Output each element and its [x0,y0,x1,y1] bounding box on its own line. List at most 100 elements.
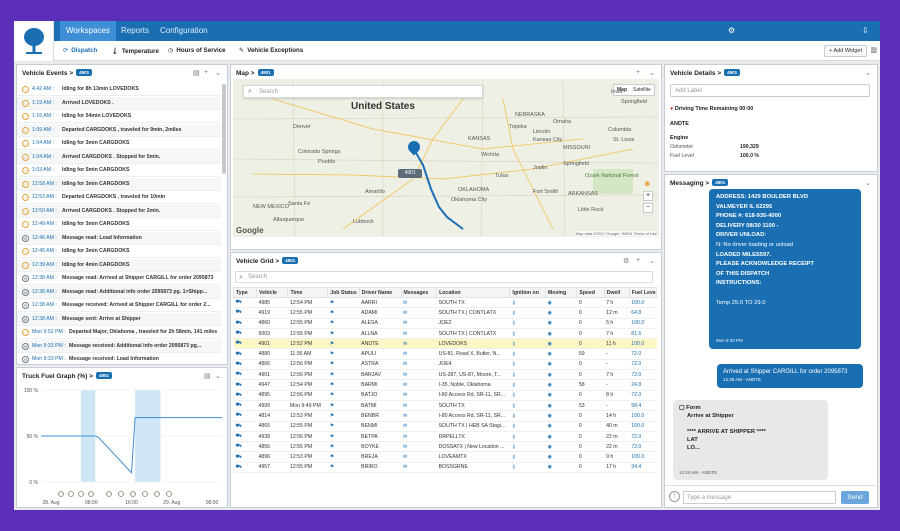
column-header[interactable]: Driver Name [358,287,402,298]
list-item[interactable]: i 12:53 AM : Departed CARGDOKS , traveled … [17,191,221,204]
vehicle-badge[interactable]: 4901 [95,372,112,379]
column-header[interactable]: Type [232,287,258,298]
add-icon[interactable]: + [204,69,208,76]
send-button[interactable]: Send [841,491,869,504]
settings-icon[interactable]: ⚙ [728,26,735,35]
table-row[interactable]: ⛟ 5003 12:55 PM ⚑ ALLNA ✉ SOUTH TX | CONTLATX ⚷… [233,328,657,340]
table-row[interactable]: ⛟ 4866 12:56 PM ⚑ ASTRA ✉ JOE4 ⚷ ◉ 0-72.0 [233,359,657,371]
panel-title: Map >4901 [236,69,274,77]
table-row[interactable]: ⛟ 4860 12:55 PM ⚑ ALESA ✉ JOE2 ⚷ ◉ 0 5 h 100.0 [233,318,657,329]
column-header[interactable]: Time [287,287,329,298]
list-item[interactable]: i 12:58 AM : Idling for 3min CARGDOKS [17,177,221,191]
column-header[interactable]: Moving [544,287,578,298]
table-row[interactable]: ⛟ 4901 12:56 PM ⚑ BARJAV ✉ US-287, US-87, Moor… [233,369,657,381]
download-icon[interactable]: ⇩ [862,26,869,35]
info-icon[interactable]: ! [669,491,680,502]
vehicle-badge[interactable]: 4901 [712,179,729,186]
tab-hours-of-service[interactable]: ◷ Hours of Service [168,47,226,54]
export-icon[interactable]: ▤ [204,372,211,380]
add-icon[interactable]: + [636,257,640,264]
chevron-down-icon[interactable]: ⌄ [215,372,221,380]
add-label-input[interactable]: Add Label [670,84,870,97]
list-item[interactable]: ✉ 12:38 AM : Message received: Arrived at … [17,299,221,312]
message-icon: ✉ [22,302,29,309]
grid-search-input[interactable]: ⌕ Search [235,271,653,283]
column-header[interactable]: Messages [400,287,438,298]
settings-icon[interactable]: ⚙ [623,257,629,265]
table-row[interactable]: ⛟ 4895 12:56 PM ⚑ BATJO ✉ I-80 Access Rd, SR-1… [233,390,657,401]
table-cell: 0 [576,318,605,329]
vehicle-badge[interactable]: 4901 [257,69,274,76]
table-row[interactable]: ⛟ 4999 Mon 9:49 PM ⚑ BATMI ✉ SOUTH TX ⚷ ◉ 53-98.4 [233,400,657,412]
list-item[interactable]: ✉ Mon 9:33 PM : Message received: Addition… [17,339,221,353]
nav-tab-reports[interactable]: Reports [115,21,155,41]
street-view-icon[interactable]: ☻ [643,179,651,188]
list-item[interactable]: i 1:04 AM : Arrived CARGDOKS . Stopped for… [17,150,221,164]
column-header[interactable]: Job Status [327,287,360,298]
vehicle-badge[interactable]: 4901 [724,69,741,76]
add-widget-button[interactable]: + Add Widget [824,45,867,57]
vehicle-badge[interactable]: 4901 [76,69,93,76]
flag-icon: ⚑ [327,297,360,309]
table-row[interactable]: ⛟ 4880 11:36 AM ⚑ APULI ✉ US-81, Road X, Butle… [233,348,657,360]
table-row[interactable]: ⛟ 4938 12:56 PM ⚑ BETPA ✉ DRPELLTX ⚷ ◉ 0 22 m 72.0 [233,431,657,443]
export-icon[interactable]: ▤ [193,69,200,77]
tab-dispatch[interactable]: ⟳ Dispatch [63,47,97,54]
table-row[interactable]: ⛟ 4865 12:55 PM ⚑ BENMI ✉ SOUTH TX | HEB SA St… [233,421,657,432]
chevron-down-icon[interactable]: ⌄ [865,69,871,77]
truck-icon: ⛟ [233,379,257,391]
list-item[interactable]: i 1:04 AM : Idling for 3min CARGDOKS [17,137,221,150]
list-item[interactable]: i 1:19 AM : Arrived LOVEDOKS . [17,96,221,110]
chat-icon: ✉ [401,390,437,401]
list-item[interactable]: ✉ 12:38 AM : Message read: Additional info… [17,285,221,299]
tab-vehicle-exceptions[interactable]: ✎ Vehicle Exceptions [239,47,303,54]
scrollbar[interactable] [222,84,226,174]
nav-tab-workspaces[interactable]: Workspaces [60,21,116,41]
list-item[interactable]: i 4:42 AM : Idling for 8h 13min LOVEDOKS [17,83,221,96]
list-item[interactable]: i 1:09 AM : Departed CARGDOKS , traveled f… [17,123,221,137]
table-cell: LOVEDOKS [436,338,510,350]
table-row[interactable]: ⛟ 4814 12:53 PM ⚑ BENBR ✉ I-80 Access Rd, SR-1… [233,410,657,422]
column-header[interactable]: Dwell [603,287,630,298]
zoom-in-button[interactable]: + [643,191,653,201]
vehicle-marker-label[interactable]: 4901 [398,169,422,178]
column-header[interactable]: Fuel Level [628,287,658,298]
list-item[interactable]: i 1:16 AM : Idling for 54min LOVEDOKS [17,110,221,123]
list-item[interactable]: i Mon 9:52 PM : Departed Major, Oklahoma ,… [17,326,221,339]
vehicle-badge[interactable]: 4901 [282,257,299,264]
table-row[interactable]: ⛟ 4985 12:54 PM ⚑ AARRI ✉ SOUTH TX ⚷ ◉ 0 7 h 100.0 [233,297,657,309]
list-item[interactable]: i 12:45 AM : Idling for 3min CARGDOKS [17,245,221,258]
column-header[interactable]: Vehicle [256,287,289,298]
table-row[interactable]: ⛟ 4947 12:54 PM ⚑ BARMI ✉ I-35, Noble, Oklahom… [233,379,657,391]
table-row[interactable]: ⛟ 4896 12:53 PM ⚑ BREJA ✉ LOVEAMTX ⚷ ◉ 0 9 h 100.0 [233,451,657,463]
table-row[interactable]: ⛟ 4856 12:55 PM ⚑ BOYKE ✉ DOSSATX | New Locati… [233,441,657,453]
column-header[interactable]: Speed [576,287,605,298]
table-row[interactable]: ⛟ 4919 12:55 PM ⚑ ADAMI ✉ SOUTH TX | CONTLATX ⚷… [233,307,657,319]
list-item[interactable]: i 12:39 AM : Idling for 4min CARGDOKS [17,258,221,272]
column-header[interactable]: Location [436,287,511,298]
list-item[interactable]: i 12:49 AM : Idling for 3min CARGDOKS [17,218,221,231]
list-item[interactable]: i 12:50 AM : Arrived CARGDOKS . Stopped fo… [17,204,221,218]
list-item[interactable]: i 1:03 AM : Idling for 5min CARGDOKS [17,164,221,177]
column-header[interactable]: Ignition on [509,287,546,298]
tab-temperature[interactable]: 🌡 Temperature [111,47,159,55]
chevron-down-icon[interactable]: ⌄ [649,257,655,265]
map-search-input[interactable]: ⌕ Search [243,85,483,98]
list-item[interactable]: ✉ 12:38 AM : Message read: Arrived at Ship… [17,272,221,285]
map-canvas[interactable]: ⌕ Search Map Satellite United States NEBRA… [233,79,659,237]
message-bubble-form: ▢ Form Arrive at Shipper **** ARRIVE AT … [673,400,828,480]
zoom-out-button[interactable]: − [643,203,653,213]
nav-tab-configuration[interactable]: Configuration [154,21,214,41]
list-item[interactable]: ✉ 12:38 AM : Message sent: Arrive at Shipp… [17,312,221,326]
layout-icon[interactable]: ▥ [870,46,877,54]
table-row[interactable]: ⛟ 4901 12:52 PM ⚑ ANDTE ✉ LOVEDOKS ⚷ ◉ 0 11 h 100.0 [233,338,657,350]
chevron-down-icon[interactable]: ⌄ [649,69,655,77]
add-icon[interactable]: + [636,69,640,76]
table-row[interactable]: ⛟ 4957 12:55 PM ⚑ BRIRO ✉ BOSSGRNE ⚷ ◉ 0 17 h 34.4 [233,462,657,474]
list-item[interactable]: ✉ 12:46 AM : Message read: Load Informatio… [17,231,221,245]
chevron-down-icon[interactable]: ⌄ [215,69,221,77]
message-input[interactable]: Type a message [683,491,836,504]
list-item[interactable]: ✉ Mon 9:33 PM : Message received: Load Inf… [17,353,221,364]
chevron-down-icon[interactable]: ⌄ [865,179,871,187]
event-icon: i [22,329,29,336]
